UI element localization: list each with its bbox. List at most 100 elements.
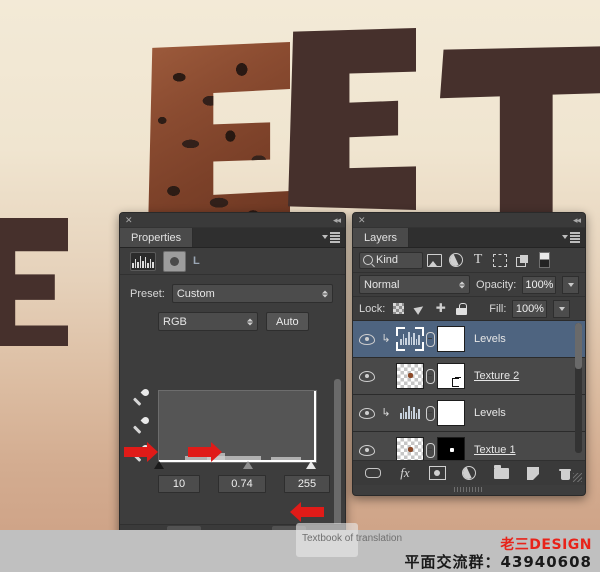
mask-link-icon[interactable] [424,331,437,347]
layer-visibility-toggle[interactable] [353,333,380,345]
new-adjustment-icon[interactable] [460,464,478,482]
fill-dropdown-icon[interactable] [553,299,571,318]
annotation-arrow-midtone-input [188,442,222,462]
input-levels-slider[interactable] [154,461,316,471]
layer-name[interactable]: Levels [474,333,506,345]
panel-menu-icon[interactable] [322,232,340,243]
collapse-icon[interactable]: ◂◂ [573,215,581,225]
levels-histogram-icon[interactable] [130,251,156,271]
channel-select[interactable]: RGB [158,312,258,331]
input-shadow-value: 10 [172,478,186,490]
table-row[interactable]: Texture 2 [353,358,585,395]
layer-thumbnail[interactable] [396,326,424,352]
input-highlight-value: 255 [297,478,317,490]
filter-kind-label: Kind [376,254,399,266]
mask-link-icon[interactable] [424,405,437,421]
layer-visibility-toggle[interactable] [353,370,380,382]
filter-type-icon[interactable]: T [467,250,489,270]
auto-label: Auto [276,315,299,328]
panel-menu-icon[interactable] [562,232,580,243]
layer-mask-icon[interactable] [163,250,186,272]
layer-filter-row: Kind T [353,248,585,273]
layers-scroll-thumb[interactable] [575,323,582,369]
hamburger-icon [330,232,340,243]
layer-name[interactable]: Texture 2 [474,370,519,382]
delete-layer-icon[interactable] [556,464,574,482]
annotation-arrow-output-white [290,502,324,522]
filter-pixel-icon[interactable] [423,250,445,270]
search-icon [363,255,373,265]
layer-mask-thumbnail[interactable] [437,326,465,352]
auto-button[interactable]: Auto [266,312,309,331]
histogram-white-spike [314,391,316,462]
close-icon[interactable]: ✕ [125,215,133,225]
new-layer-icon[interactable] [524,464,542,482]
collapse-icon[interactable]: ◂◂ [333,215,341,225]
add-mask-icon[interactable] [428,464,446,482]
layer-thumbnail[interactable] [396,363,424,389]
table-row[interactable]: ↳ Levels [353,395,585,432]
properties-titlebar: ✕ ◂◂ [120,213,345,228]
filter-kind-select[interactable]: Kind [359,251,423,269]
lock-label: Lock: [359,302,386,315]
letter-E-textured [148,42,290,238]
filter-adjustment-icon[interactable] [445,250,467,270]
input-gamma-slider-handle[interactable] [243,461,253,469]
link-layers-icon[interactable] [364,464,382,482]
layer-mask-thumbnail[interactable] [437,400,465,426]
set-black-point-eyedropper-icon[interactable] [132,387,151,406]
lock-transparency-icon[interactable] [391,301,406,316]
lock-image-icon[interactable] [412,301,427,316]
layer-style-icon[interactable]: fx [396,464,414,482]
stepper-icon [459,281,466,288]
properties-body: Preset: Custom RGB Auto 10 0.74 255 [120,275,345,558]
smart-object-badge-icon [452,377,461,387]
filter-toggle-icon[interactable] [533,250,555,270]
close-icon[interactable]: ✕ [358,215,366,225]
annotation-arrow-shadow-input [124,442,158,462]
levels-histogram[interactable] [158,390,317,463]
input-levels-fields: 10 0.74 255 [158,475,330,493]
layers-scrollbar[interactable] [575,323,582,453]
properties-scroll-thumb[interactable] [334,379,341,529]
filter-shape-icon[interactable] [489,250,511,270]
opacity-field[interactable]: 100% [522,275,557,294]
layers-bottom-grip[interactable] [454,487,484,492]
mask-link-icon[interactable] [424,442,437,458]
histogram-bins [271,457,301,460]
input-shadow-field[interactable]: 10 [158,475,200,493]
new-group-icon[interactable] [492,464,510,482]
tab-properties[interactable]: Properties [120,228,194,247]
opacity-dropdown-icon[interactable] [562,275,579,294]
mask-link-icon[interactable] [424,368,437,384]
layers-resize-grip[interactable] [573,473,582,482]
layer-thumbnail[interactable] [396,400,424,426]
lock-position-icon[interactable]: ✚ [433,301,448,316]
stepper-icon [247,318,253,325]
layer-visibility-toggle[interactable] [353,407,380,419]
fill-value: 100% [515,302,544,315]
input-highlight-field[interactable]: 255 [284,475,330,493]
layer-mask-thumbnail[interactable] [437,363,465,389]
watermark-qq-group: 平面交流群：43940608 [404,553,592,571]
input-midtone-field[interactable]: 0.74 [218,475,266,493]
input-black-slider-handle[interactable] [154,461,164,469]
layer-visibility-toggle[interactable] [353,444,380,456]
preset-select[interactable]: Custom [171,284,333,303]
blend-mode-select[interactable]: Normal [359,275,471,294]
tab-layers[interactable]: Layers [353,228,410,247]
preset-label: Preset: [130,287,165,300]
chevron-down-icon [562,235,568,240]
set-gray-point-eyedropper-icon[interactable] [132,415,151,434]
layer-name[interactable]: Textue 1 [474,444,516,456]
layers-tabstrip: Layers [353,228,585,248]
table-row[interactable]: ↳ Levels [353,321,585,358]
letter-T [440,46,600,226]
fill-field[interactable]: 100% [512,299,548,318]
layer-name[interactable]: Levels [474,407,506,419]
adjustment-type-label: L [193,255,200,267]
filter-smart-object-icon[interactable] [511,250,533,270]
layers-panel[interactable]: ✕ ◂◂ Layers Kind T Normal Opacity: 100% … [352,212,586,496]
lock-all-icon[interactable] [454,301,469,316]
input-white-slider-handle[interactable] [306,461,316,469]
